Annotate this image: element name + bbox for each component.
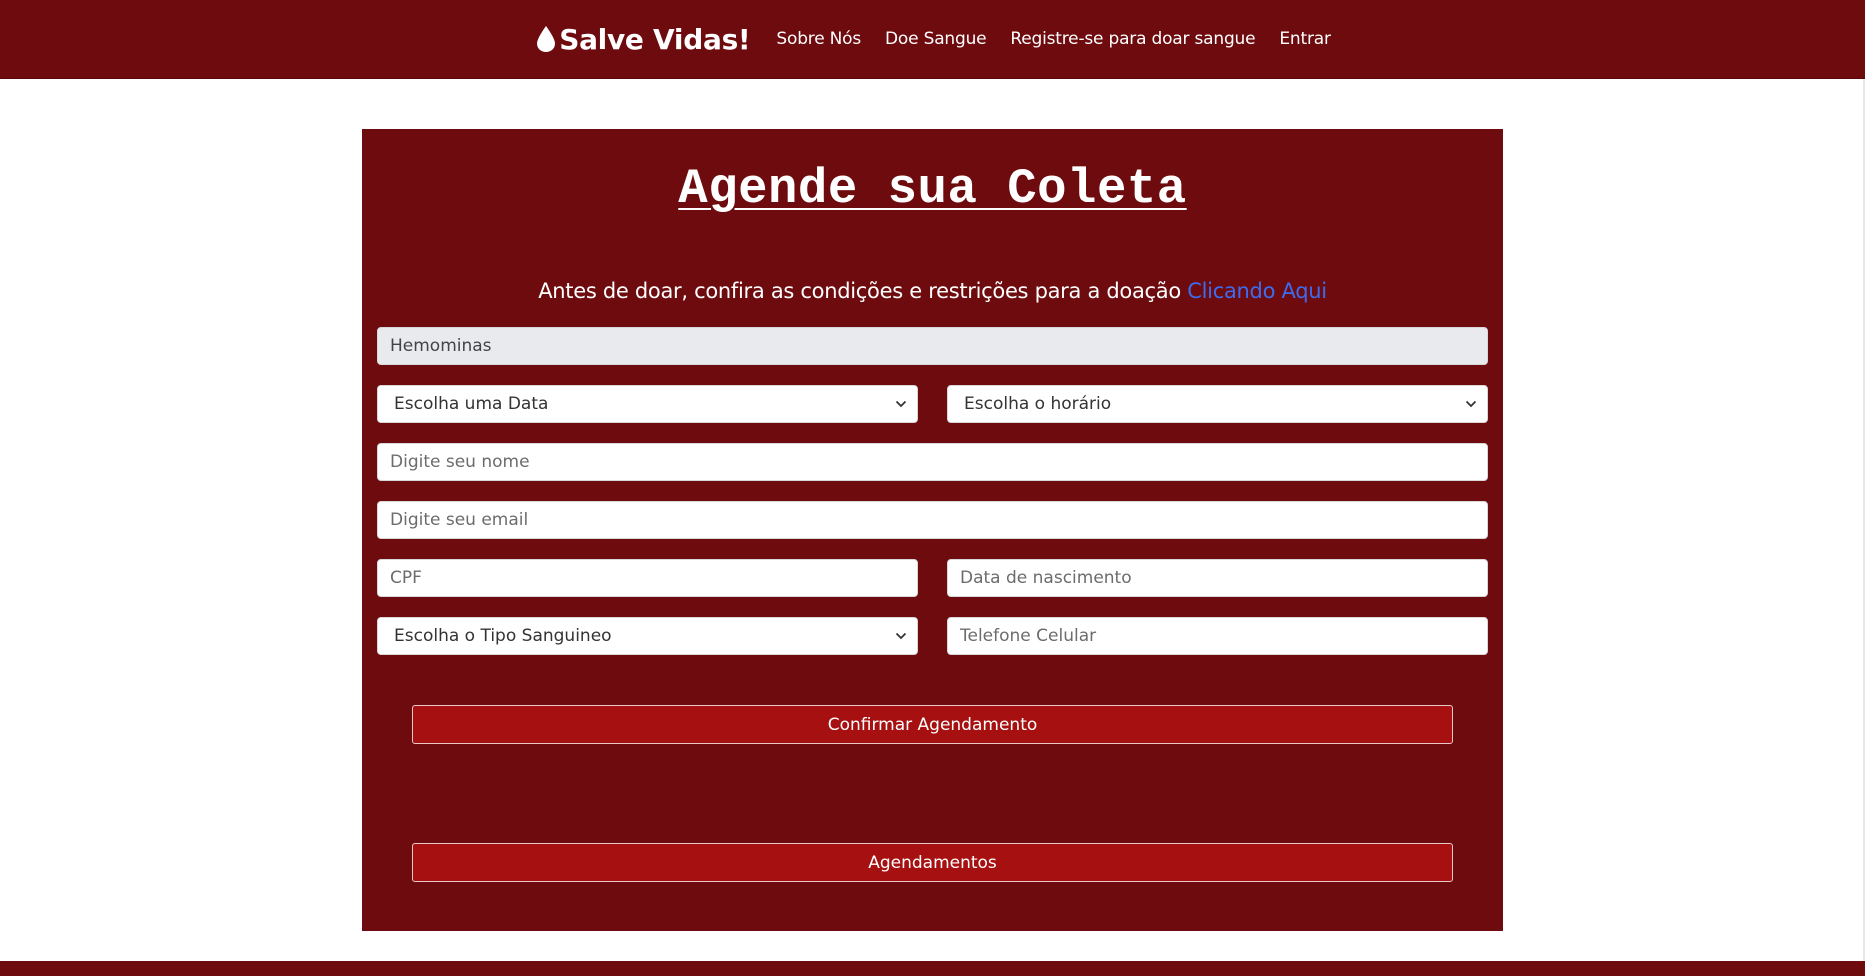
brand-link[interactable]: Salve Vidas! [536,22,751,56]
conditions-link[interactable]: Clicando Aqui [1187,279,1327,303]
donation-notice: Antes de doar, confira as condições e re… [362,279,1503,303]
birthdate-input[interactable] [960,568,1475,588]
navbar-inner: Salve Vidas! Sobre Nós Doe Sangue Regist… [536,23,1331,56]
location-field[interactable]: Hemominas [377,327,1488,365]
date-select[interactable]: Escolha uma Data [377,385,918,423]
appointments-button[interactable]: Agendamentos [412,843,1453,882]
form-title: Agende sua Coleta [678,161,1187,217]
name-field-wrapper [377,443,1488,481]
nav-link-sobre-nos[interactable]: Sobre Nós [776,29,861,49]
chevron-down-icon [895,632,907,640]
nav-link-entrar[interactable]: Entrar [1279,29,1331,49]
footer-strip [0,961,1865,976]
birthdate-field-wrapper [947,559,1488,597]
chevron-down-icon [895,400,907,408]
chevron-down-icon [1465,400,1477,408]
phone-input[interactable] [960,626,1475,646]
schedule-form-card: Agende sua Coleta Antes de doar, confira… [362,129,1503,931]
brand-name: Salve Vidas! [559,22,751,56]
location-value: Hemominas [390,336,492,356]
nav-link-doe-sangue[interactable]: Doe Sangue [885,29,987,49]
blood-type-select[interactable]: Escolha o Tipo Sanguineo [377,617,918,655]
notice-text: Antes de doar, confira as condições e re… [538,279,1188,303]
time-select[interactable]: Escolha o horário [947,385,1488,423]
email-field-wrapper [377,501,1488,539]
cpf-input[interactable] [390,568,905,588]
top-navbar: Salve Vidas! Sobre Nós Doe Sangue Regist… [0,0,1865,79]
blood-drop-icon [536,25,556,53]
nav-link-registre-se[interactable]: Registre-se para doar sangue [1010,29,1255,49]
name-input[interactable] [390,452,1475,472]
email-input[interactable] [390,510,1475,530]
time-select-value: Escolha o horário [964,394,1112,414]
confirm-appointment-button[interactable]: Confirmar Agendamento [412,705,1453,744]
blood-type-select-value: Escolha o Tipo Sanguineo [394,626,612,646]
cpf-field-wrapper [377,559,918,597]
phone-field-wrapper [947,617,1488,655]
date-select-value: Escolha uma Data [394,394,549,414]
